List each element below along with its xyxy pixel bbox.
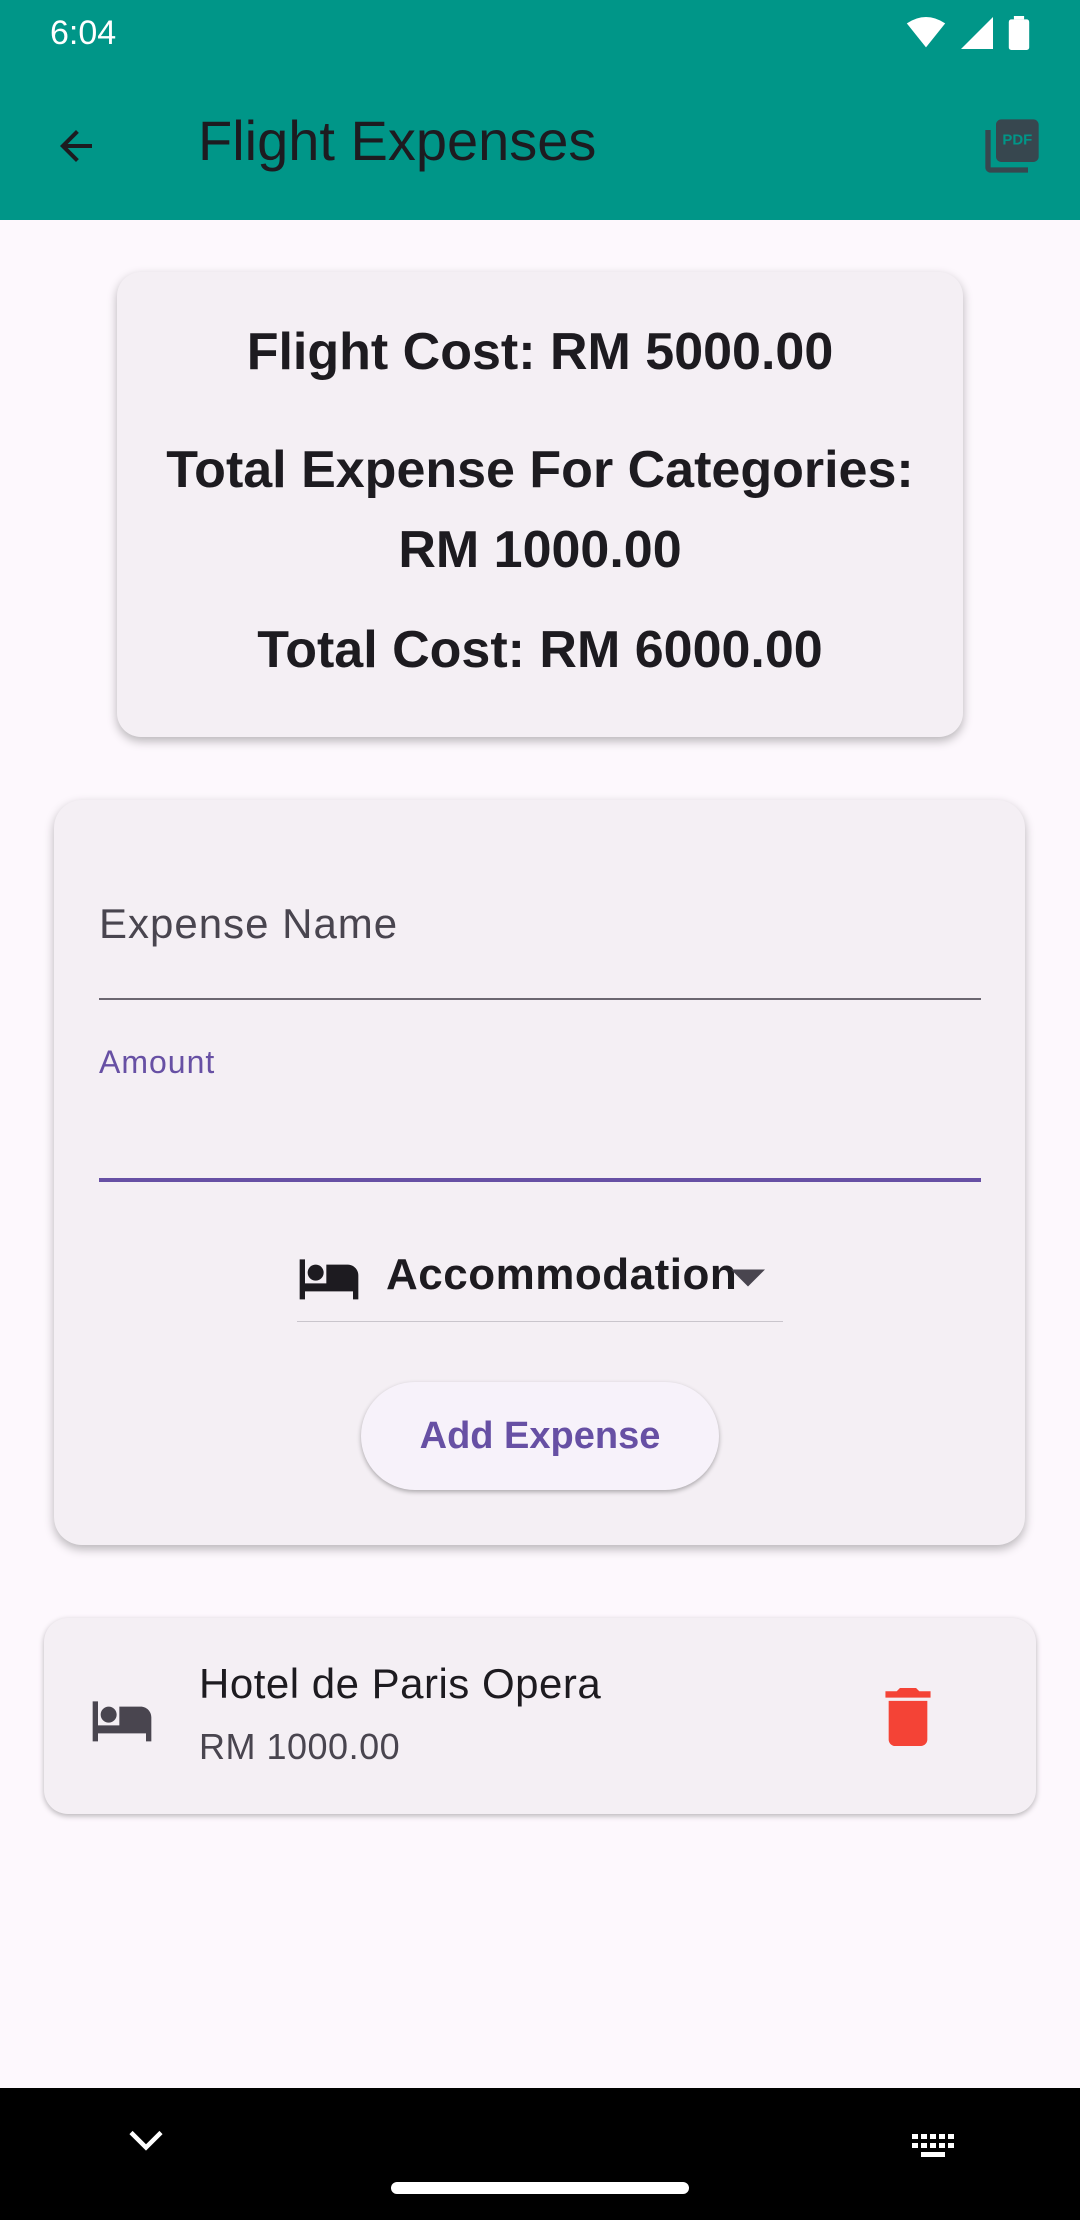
page-title: Flight Expenses: [198, 109, 597, 172]
total-cost-text: Total Cost: RM 6000.00: [257, 621, 823, 679]
amount-label: Amount: [99, 1044, 216, 1080]
arrow-back-icon: [60, 130, 92, 162]
export-pdf-button[interactable]: PDF: [980, 114, 1044, 178]
bed-icon: [299, 1259, 359, 1300]
system-nav-bar: [0, 2088, 1080, 2220]
back-button[interactable]: [44, 114, 108, 178]
status-time: 6:04: [50, 14, 117, 52]
app-bar: Flight Expenses PDF: [0, 68, 1080, 220]
pdf-icon: PDF: [985, 119, 1039, 173]
category-dropdown[interactable]: Accommodation: [297, 1246, 783, 1322]
expense-list-item: Hotel de Paris Opera RM 1000.00: [44, 1618, 1036, 1814]
add-expense-button[interactable]: Add Expense: [361, 1382, 719, 1490]
expense-name: Hotel de Paris Opera: [199, 1660, 602, 1707]
categories-total-text: Total Expense For Categories: RM 1000.00: [166, 441, 914, 579]
bed-icon: [92, 1701, 152, 1742]
wifi-icon: [906, 17, 946, 48]
home-handle[interactable]: [391, 2182, 689, 2194]
expense-form-card: Expense Name Amount Accommodation Add Ex…: [54, 800, 1025, 1545]
keyboard-icon[interactable]: [912, 2134, 956, 2160]
expense-amount: RM 1000.00: [199, 1726, 401, 1767]
status-icons: [906, 16, 1030, 50]
amount-field[interactable]: Amount: [99, 1044, 981, 1182]
signal-icon: [961, 17, 993, 49]
svg-text:PDF: PDF: [1002, 132, 1032, 149]
battery-icon: [1008, 16, 1030, 50]
expense-name-field[interactable]: Expense Name: [99, 900, 981, 1000]
status-bar: 6:04: [0, 0, 1080, 68]
delete-icon[interactable]: [880, 1688, 936, 1746]
expense-name-placeholder: Expense Name: [99, 900, 399, 947]
flight-cost-text: Flight Cost: RM 5000.00: [246, 323, 834, 381]
chevron-down-icon[interactable]: [128, 2128, 164, 2152]
category-value: Accommodation: [386, 1250, 738, 1299]
dropdown-arrow-icon: [731, 1269, 765, 1287]
summary-card: Flight Cost: RM 5000.00 Total Expense Fo…: [117, 272, 963, 737]
